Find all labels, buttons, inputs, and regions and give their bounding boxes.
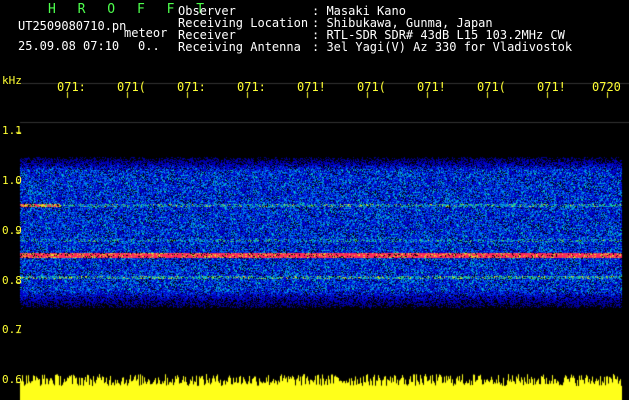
freq-tick-1.0: 1.0 bbox=[2, 174, 22, 187]
time-tick: 071( bbox=[117, 80, 146, 94]
datetime-label: 25.09.08 07:10 bbox=[18, 39, 120, 53]
time-tick: 071: bbox=[237, 80, 266, 94]
freq-tick-0.7: 0.7 bbox=[2, 323, 22, 336]
time-tick: 0720 bbox=[592, 80, 621, 94]
time-tick: 071: bbox=[57, 80, 86, 94]
freq-tick-0.8: 0.8 bbox=[2, 274, 22, 287]
freq-tick-1.1: 1.1 bbox=[2, 124, 22, 137]
spectrogram-canvas bbox=[0, 0, 629, 400]
time-tick: 071! bbox=[537, 80, 566, 94]
time-tick: 071( bbox=[477, 80, 506, 94]
antenna-label: Receiving Antenna bbox=[178, 40, 301, 54]
type-label: meteor bbox=[124, 26, 168, 40]
antenna-value: : 3el Yagi(V) Az 330 for Vladivostok bbox=[312, 40, 573, 54]
freq-tick-0.6: 0.6 bbox=[2, 373, 22, 386]
time-tick: 071( bbox=[357, 80, 386, 94]
time-tick: 071! bbox=[417, 80, 446, 94]
freq-unit-label: kHz bbox=[2, 74, 22, 87]
filename-label: UT2509080710.pn bbox=[18, 19, 127, 33]
time-tick: 071: bbox=[177, 80, 206, 94]
freq-tick-0.9: 0.9 bbox=[2, 224, 22, 237]
time-tick: 071! bbox=[297, 80, 326, 94]
frame-label: 0.. bbox=[138, 39, 160, 53]
